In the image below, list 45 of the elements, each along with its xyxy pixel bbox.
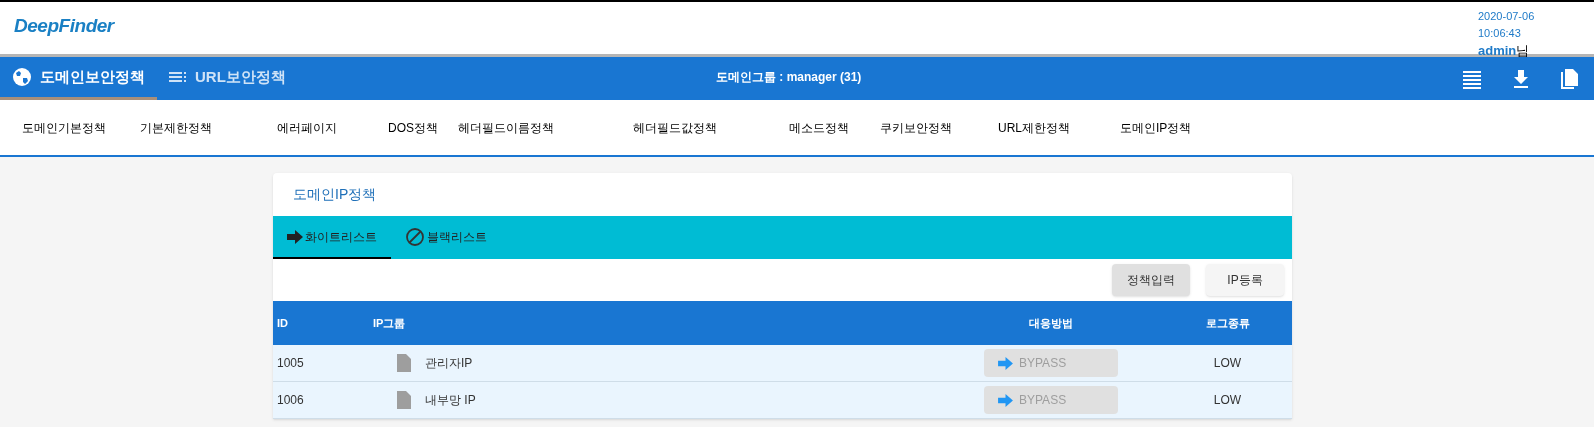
- date-text: 2020-07-06: [1478, 9, 1536, 24]
- domain-group-label: 도메인그룹 : manager (31): [716, 69, 862, 86]
- column-header: ID: [277, 316, 288, 329]
- policy-menu-item[interactable]: 도메인IP정책: [1120, 118, 1192, 137]
- download-icon[interactable]: [1512, 68, 1530, 89]
- table-row[interactable]: 1006 내부망 IP BYPASS LOW: [273, 382, 1292, 419]
- card-title: 도메인IP정책: [293, 185, 377, 204]
- list-icon[interactable]: [1462, 68, 1482, 89]
- list-tab[interactable]: 화이트리스트: [273, 216, 391, 259]
- column-header: 대응방법: [1029, 316, 1073, 329]
- arrow-right-icon: [998, 356, 1013, 370]
- main-tab[interactable]: URL보안정책: [157, 57, 298, 100]
- policy-menu-item[interactable]: 메소드정책: [789, 118, 849, 137]
- policy-menu-item[interactable]: 헤더필드이름정책: [458, 118, 554, 137]
- policy-menu-item[interactable]: 헤더필드값정책: [633, 118, 717, 137]
- id-cell: 1006: [277, 393, 304, 407]
- arrow-right-icon: [998, 393, 1013, 407]
- time-text: 10:06:43: [1478, 26, 1522, 41]
- list-icon: [169, 71, 187, 83]
- copy-icon[interactable]: [1560, 67, 1578, 90]
- file-icon: [397, 354, 411, 372]
- policy-menu-item[interactable]: 쿠키보안정책: [880, 118, 952, 137]
- action-button[interactable]: 정책입력: [1112, 264, 1190, 296]
- globe-icon: [12, 67, 32, 87]
- ip-group-cell-text: 관리자IP: [425, 355, 473, 372]
- user-suffix: 님: [1516, 43, 1530, 58]
- policy-menu-item[interactable]: URL제한정책: [998, 118, 1070, 137]
- policy-menu-item[interactable]: 도메인기본정책: [22, 118, 106, 137]
- log-type-cell: LOW: [1213, 356, 1242, 370]
- id-cell: 1005: [277, 356, 304, 370]
- arrow-right-icon: [287, 229, 303, 244]
- user-name: admin: [1478, 43, 1517, 58]
- blocked-icon: [405, 226, 425, 247]
- policy-menu-item[interactable]: DOS정책: [388, 118, 438, 137]
- column-header: 로그종류: [1205, 316, 1250, 329]
- policy-menu-item[interactable]: 에러페이지: [277, 118, 337, 137]
- file-icon: [397, 391, 411, 409]
- logo: DeepFinder: [14, 14, 114, 38]
- table-row[interactable]: 1005 관리자IP BYPASS LOW: [273, 345, 1292, 382]
- ip-group-cell-text: 내부망 IP: [425, 392, 476, 409]
- log-type-cell: LOW: [1213, 393, 1242, 407]
- column-header: IP그룹: [373, 316, 406, 329]
- list-tab[interactable]: 블랙리스트: [391, 216, 501, 259]
- policy-menu-item[interactable]: 기본제한정책: [140, 118, 212, 137]
- action-button[interactable]: IP등록: [1206, 264, 1284, 296]
